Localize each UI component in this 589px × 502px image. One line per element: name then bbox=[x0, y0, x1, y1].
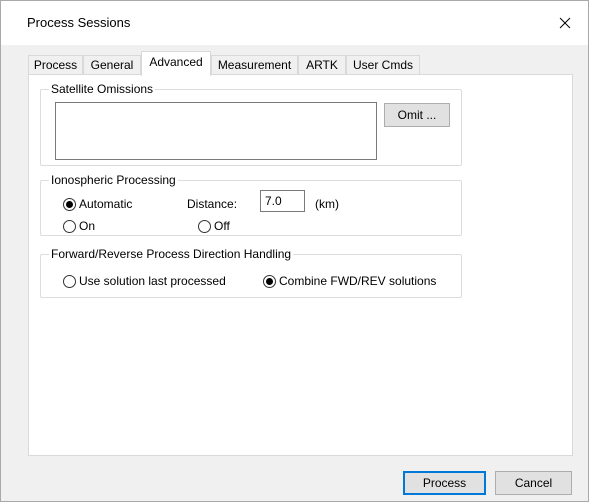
on-radio-button[interactable] bbox=[63, 219, 76, 233]
use-last-solution-label: Use solution last processed bbox=[79, 274, 226, 288]
close-icon bbox=[559, 17, 571, 29]
automatic-radio-button[interactable] bbox=[63, 197, 76, 211]
tab-general-label: General bbox=[90, 58, 134, 72]
close-button[interactable] bbox=[542, 1, 588, 45]
window-title: Process Sessions bbox=[27, 15, 131, 30]
process-button[interactable]: Process bbox=[403, 471, 486, 495]
direction-handling-title: Forward/Reverse Process Direction Handli… bbox=[49, 247, 294, 261]
off-radio[interactable]: Off bbox=[198, 219, 230, 233]
on-label: On bbox=[79, 219, 96, 233]
ionospheric-processing-title: Ionospheric Processing bbox=[49, 173, 178, 187]
tab-user-cmds-label: User Cmds bbox=[352, 58, 413, 72]
distance-input[interactable] bbox=[260, 190, 305, 212]
cancel-button[interactable]: Cancel bbox=[495, 471, 572, 495]
tab-measurement[interactable]: Measurement bbox=[211, 55, 298, 75]
distance-label: Distance: bbox=[187, 197, 238, 211]
process-sessions-dialog: Process Sessions Process General Advance… bbox=[0, 0, 589, 502]
automatic-label: Automatic bbox=[79, 197, 133, 211]
combine-solutions-radio-button[interactable] bbox=[263, 274, 276, 288]
tab-process[interactable]: Process bbox=[28, 55, 83, 75]
off-label: Off bbox=[214, 219, 230, 233]
title-bar: Process Sessions bbox=[1, 1, 588, 45]
direction-handling-group: Forward/Reverse Process Direction Handli… bbox=[40, 247, 462, 298]
tab-process-label: Process bbox=[33, 58, 78, 72]
use-last-solution-radio-button[interactable] bbox=[63, 274, 76, 288]
tab-advanced-label: Advanced bbox=[149, 55, 203, 69]
combine-solutions-radio[interactable]: Combine FWD/REV solutions bbox=[263, 274, 436, 288]
distance-unit: (km) bbox=[315, 197, 339, 211]
on-radio[interactable]: On bbox=[63, 219, 95, 233]
satellite-omissions-group: Satellite Omissions Omit ... bbox=[40, 82, 462, 166]
advanced-tab-panel: Satellite Omissions Omit ... Ionospheric… bbox=[28, 74, 573, 456]
automatic-radio[interactable]: Automatic bbox=[63, 197, 132, 211]
combine-solutions-label: Combine FWD/REV solutions bbox=[279, 274, 437, 288]
omit-button[interactable]: Omit ... bbox=[384, 103, 450, 127]
satellite-omissions-title: Satellite Omissions bbox=[49, 82, 156, 96]
tab-measurement-label: Measurement bbox=[217, 58, 292, 72]
tab-advanced[interactable]: Advanced bbox=[141, 51, 211, 76]
ionospheric-processing-group: Ionospheric Processing Automatic On Dist… bbox=[40, 173, 462, 236]
tab-artk[interactable]: ARTK bbox=[298, 55, 346, 75]
use-last-solution-radio[interactable]: Use solution last processed bbox=[63, 274, 226, 288]
tab-user-cmds[interactable]: User Cmds bbox=[346, 55, 420, 75]
off-radio-button[interactable] bbox=[198, 219, 211, 233]
tab-general[interactable]: General bbox=[83, 55, 141, 75]
tab-artk-label: ARTK bbox=[306, 58, 338, 72]
satellite-omissions-list[interactable] bbox=[55, 102, 377, 160]
